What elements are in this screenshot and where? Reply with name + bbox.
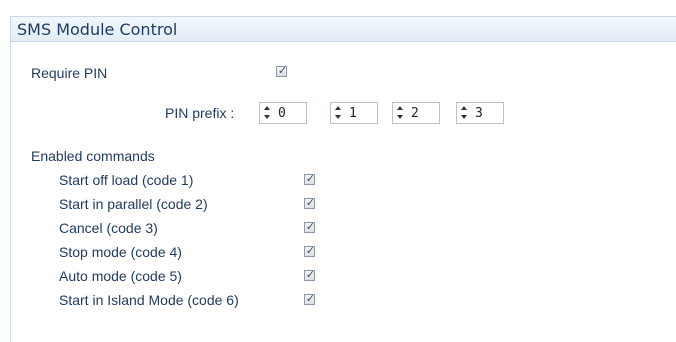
pin-digit-value: 2	[411, 106, 419, 121]
pin-digit-value: 0	[278, 106, 286, 121]
checkmark-icon: ✓	[277, 64, 288, 77]
spinner-arrows-icon[interactable]	[461, 106, 469, 120]
command-checkbox-code-5[interactable]: ✓	[304, 268, 316, 281]
checkmark-icon: ✓	[305, 268, 316, 281]
sms-module-control-panel: SMS Module Control Require PIN ✓ PIN pre…	[10, 16, 676, 342]
checkmark-icon: ✓	[305, 292, 316, 305]
checkmark-icon: ✓	[305, 172, 316, 185]
command-label: Start in parallel (code 2)	[59, 196, 208, 212]
command-label: Auto mode (code 5)	[59, 268, 182, 284]
pin-prefix-digit-1[interactable]: 0	[259, 102, 307, 124]
command-checkbox-code-2[interactable]: ✓	[304, 196, 316, 209]
command-label: Start off load (code 1)	[59, 172, 194, 188]
spinner-arrows-icon[interactable]	[397, 106, 405, 120]
command-checkbox-code-3[interactable]: ✓	[304, 220, 316, 233]
command-checkbox-code-6[interactable]: ✓	[304, 292, 316, 305]
spinner-arrows-icon[interactable]	[335, 106, 343, 120]
checkmark-icon: ✓	[305, 244, 316, 257]
command-label: Cancel (code 3)	[59, 220, 158, 236]
command-checkbox-code-4[interactable]: ✓	[304, 244, 316, 257]
panel-title: SMS Module Control	[17, 20, 178, 39]
pin-prefix-digit-4[interactable]: 3	[456, 102, 504, 124]
checkmark-icon: ✓	[305, 196, 316, 209]
panel-header: SMS Module Control	[11, 16, 676, 42]
pin-digit-value: 1	[349, 106, 357, 121]
spinner-arrows-icon[interactable]	[264, 106, 272, 120]
pin-digit-value: 3	[475, 106, 483, 121]
require-pin-checkbox[interactable]: ✓	[276, 64, 288, 77]
checkmark-icon: ✓	[305, 220, 316, 233]
pin-prefix-label: PIN prefix :	[165, 105, 235, 121]
pin-prefix-digit-3[interactable]: 2	[392, 102, 440, 124]
require-pin-label: Require PIN	[31, 65, 108, 81]
enabled-commands-heading: Enabled commands	[31, 148, 155, 164]
command-label: Stop mode (code 4)	[59, 244, 182, 260]
command-checkbox-code-1[interactable]: ✓	[304, 172, 316, 185]
command-label: Start in Island Mode (code 6)	[59, 292, 239, 308]
pin-prefix-digit-2[interactable]: 1	[330, 102, 378, 124]
